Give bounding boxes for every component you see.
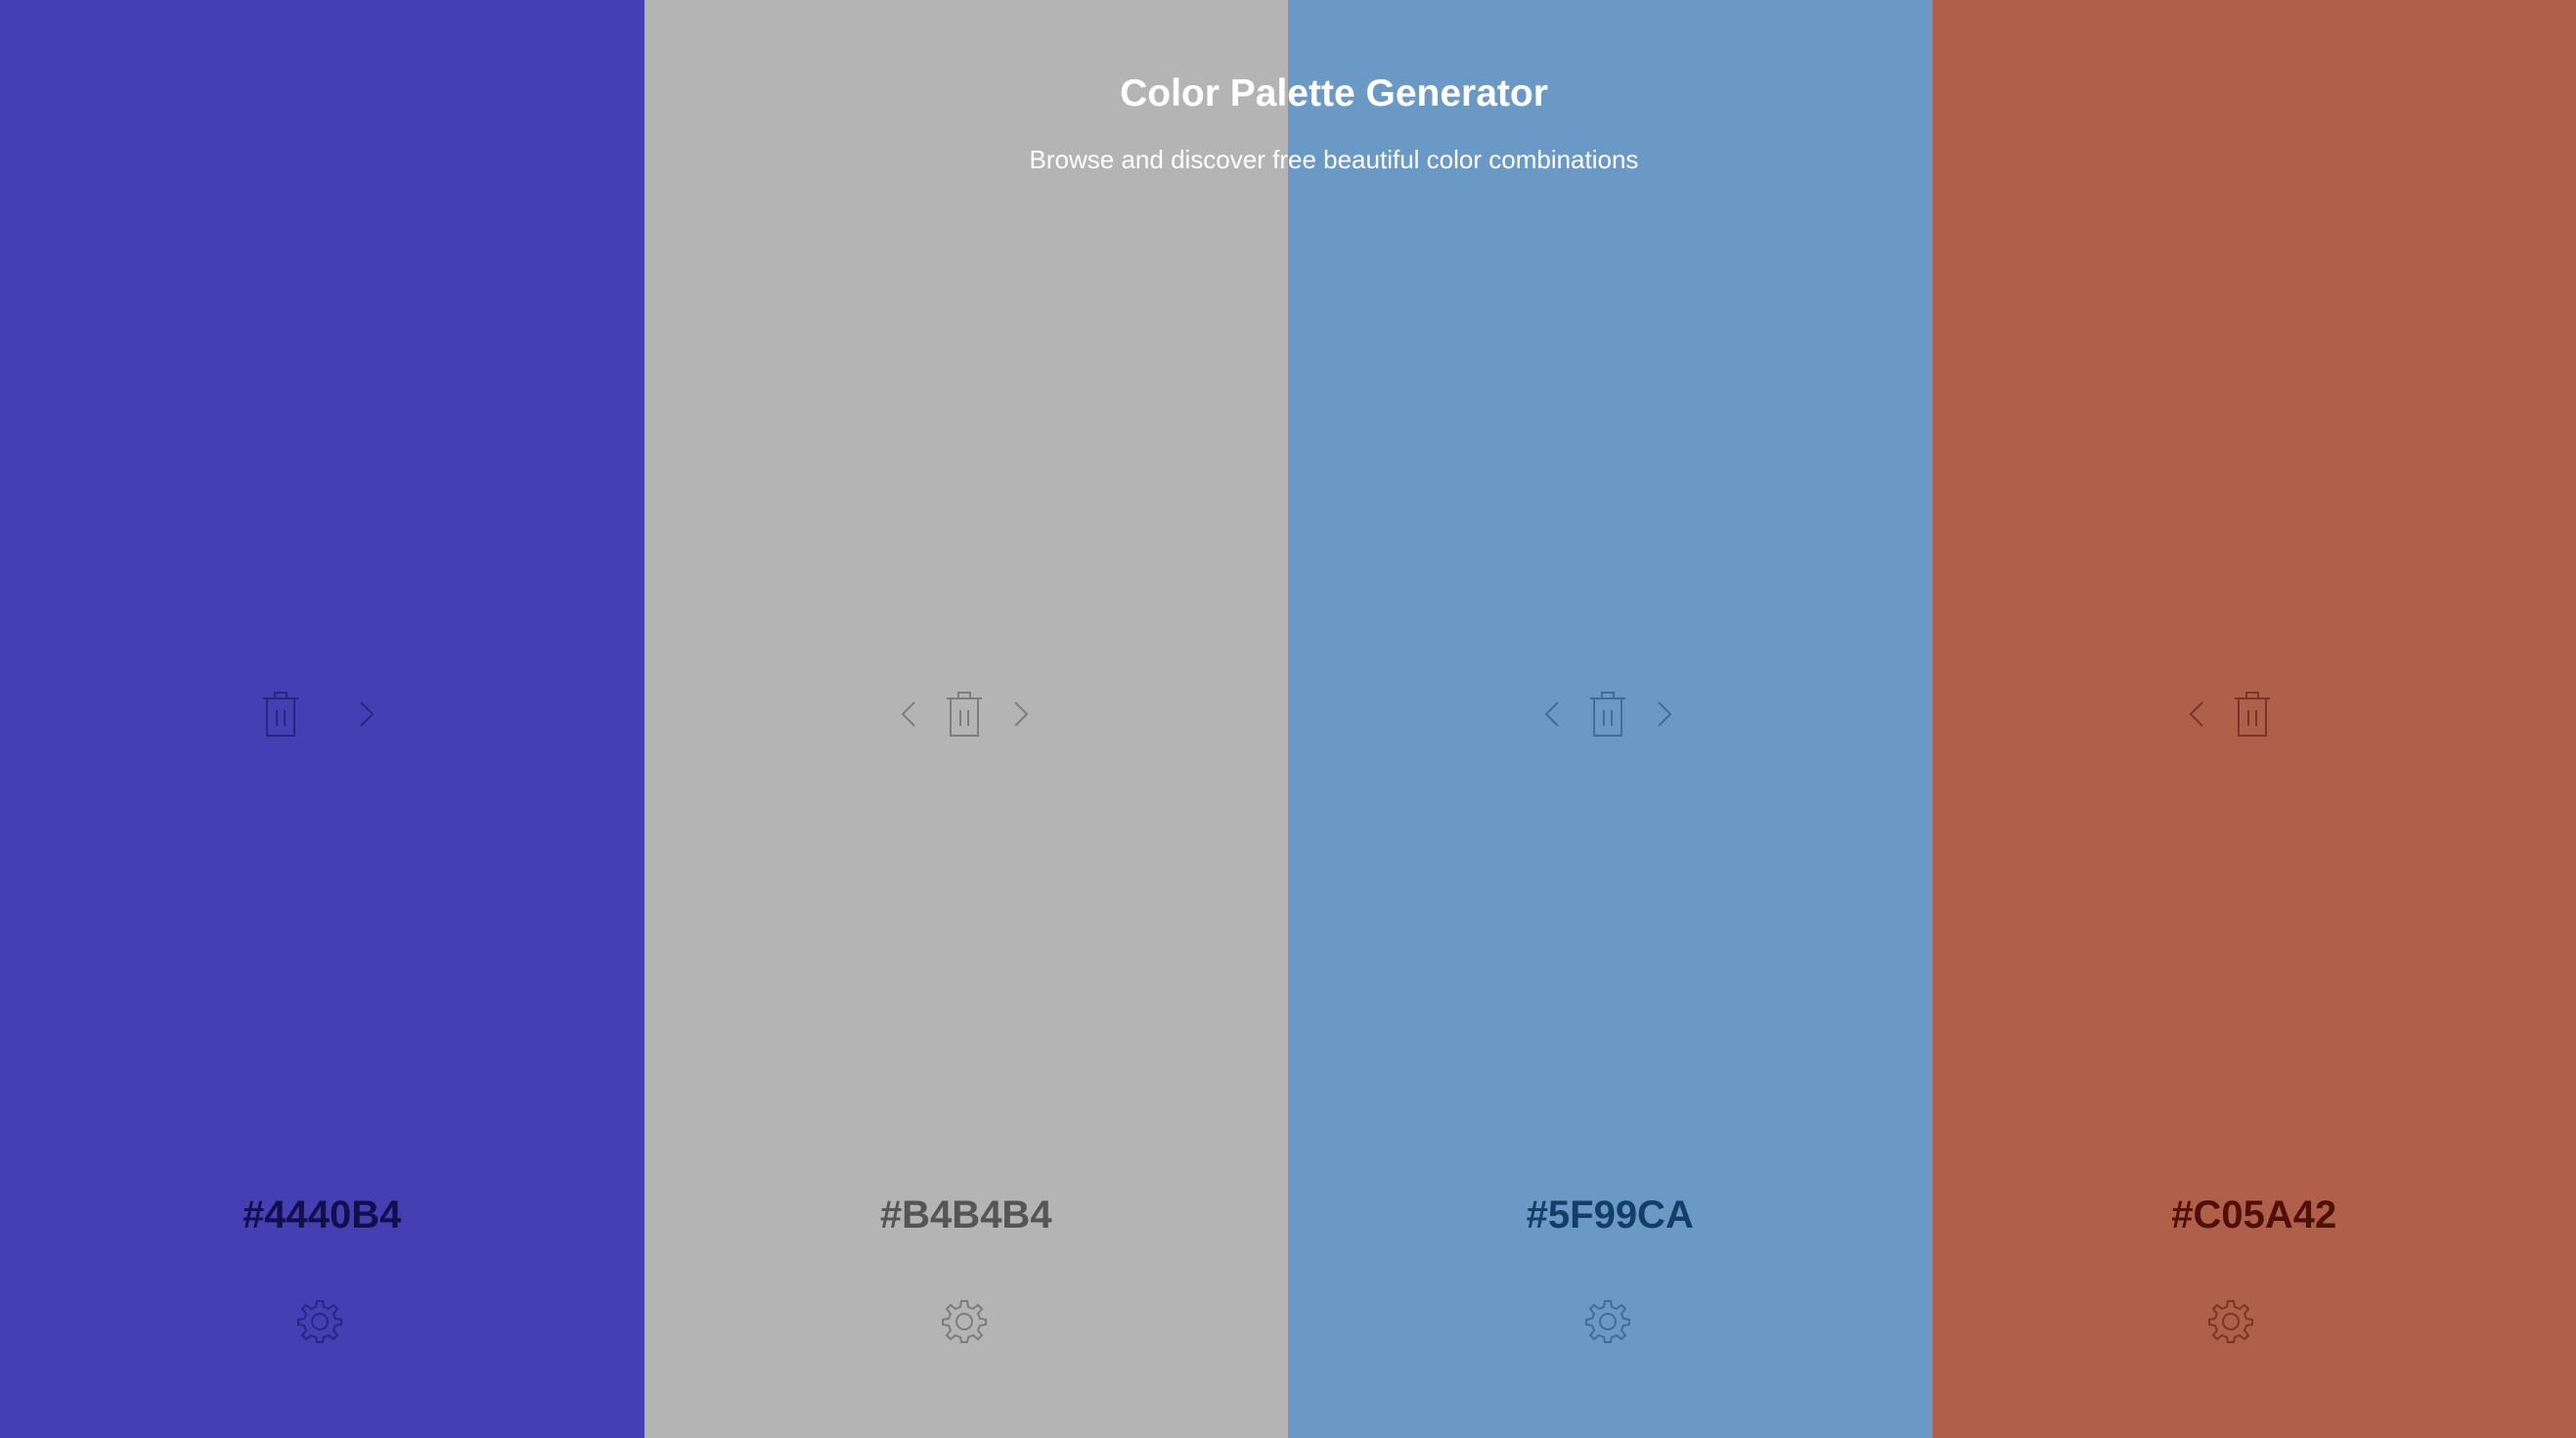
gear-icon [2207, 1300, 2253, 1343]
move-left-button[interactable] [2167, 685, 2226, 743]
column-controls [0, 685, 644, 743]
hex-code-label[interactable]: #B4B4B4 [644, 1193, 1289, 1237]
chevron-left-icon [1544, 701, 1559, 727]
palette-columns: #4440B4 #B4B4B4 #5F99CA #C05A42 [0, 0, 2576, 1438]
delete-color-button[interactable] [1578, 685, 1637, 743]
delete-color-button[interactable] [251, 685, 310, 743]
chevron-right-icon [1658, 701, 1672, 727]
column-controls [1932, 685, 2576, 743]
delete-color-button[interactable] [2223, 685, 2282, 743]
delete-color-button[interactable] [935, 685, 994, 743]
color-settings-button[interactable] [1583, 1296, 1632, 1345]
color-settings-button[interactable] [2206, 1296, 2255, 1345]
color-column-1: #4440B4 [0, 0, 644, 1438]
chevron-left-icon [2189, 701, 2203, 727]
move-left-button[interactable] [1523, 685, 1581, 743]
chevron-right-icon [1013, 701, 1028, 727]
move-right-button[interactable] [1635, 685, 1694, 743]
gear-icon [297, 1300, 342, 1343]
hex-code-label[interactable]: #4440B4 [0, 1193, 644, 1237]
gear-icon [1585, 1300, 1630, 1343]
trash-icon [1590, 692, 1625, 737]
column-controls [644, 685, 1289, 743]
palette-app: #4440B4 #B4B4B4 #5F99CA #C05A42 Color Pa… [0, 0, 2576, 1438]
move-left-button[interactable] [879, 685, 938, 743]
gear-icon [941, 1300, 987, 1343]
trash-icon [946, 692, 982, 737]
hex-code-label[interactable]: #5F99CA [1288, 1193, 1932, 1237]
color-settings-button[interactable] [940, 1296, 989, 1345]
color-column-3: #5F99CA [1288, 0, 1932, 1438]
hex-code-label[interactable]: #C05A42 [1932, 1193, 2576, 1237]
color-settings-button[interactable] [295, 1296, 344, 1345]
chevron-right-icon [360, 701, 375, 727]
color-column-4: #C05A42 [1932, 0, 2576, 1438]
trash-icon [263, 692, 298, 737]
color-column-2: #B4B4B4 [644, 0, 1289, 1438]
chevron-left-icon [901, 701, 915, 727]
move-right-button[interactable] [992, 685, 1050, 743]
move-right-button[interactable] [337, 685, 396, 743]
trash-icon [2234, 692, 2270, 737]
column-controls [1288, 685, 1932, 743]
